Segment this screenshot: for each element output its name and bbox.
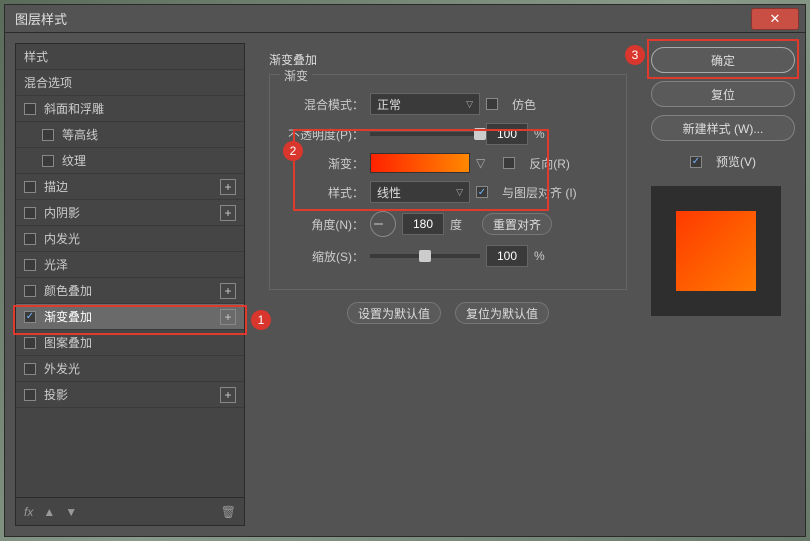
style-item-label: 图案叠加 [44, 334, 92, 351]
arrow-down-icon[interactable]: ▼ [65, 505, 77, 519]
blend-mode-label: 混合模式： [284, 96, 364, 113]
style-item-label: 等高线 [62, 126, 98, 143]
style-checkbox[interactable] [24, 389, 36, 401]
angle-dial[interactable] [370, 211, 396, 237]
scale-slider[interactable] [370, 254, 480, 258]
opacity-label: 不透明度(P)： [284, 126, 364, 143]
style-item-label: 光泽 [44, 256, 68, 273]
opacity-input[interactable] [486, 123, 528, 145]
opacity-slider[interactable] [370, 132, 480, 136]
list-footer: fx ▲ ▼ 🗑 [15, 498, 245, 526]
angle-input[interactable] [402, 213, 444, 235]
reset-align-button[interactable]: 重置对齐 [482, 213, 552, 235]
style-item-1[interactable]: 等高线 [16, 122, 244, 148]
trash-icon[interactable]: 🗑 [221, 505, 236, 519]
add-effect-icon[interactable]: + [220, 309, 236, 325]
scale-label: 缩放(S)： [284, 248, 364, 265]
style-item-label: 描边 [44, 178, 68, 195]
preview-box [651, 186, 781, 316]
align-label: 与图层对齐 (I) [502, 184, 577, 201]
style-checkbox[interactable] [24, 181, 36, 193]
style-item-5[interactable]: 内发光 [16, 226, 244, 252]
style-label: 样式： [284, 184, 364, 201]
dither-label: 仿色 [512, 96, 536, 113]
chevron-down-icon[interactable]: ▽ [476, 156, 485, 170]
reverse-checkbox[interactable] [503, 157, 515, 169]
section-title: 渐变叠加 [269, 51, 627, 68]
reverse-label: 反向(R) [529, 155, 570, 172]
add-effect-icon[interactable]: + [220, 283, 236, 299]
preview-checkbox[interactable] [690, 156, 702, 168]
styles-list: 样式 混合选项 斜面和浮雕等高线纹理描边 + 内阴影 + 内发光光泽颜色叠加 + 渐变叠加 +… [15, 43, 245, 498]
style-item-label: 斜面和浮雕 [44, 100, 104, 117]
reset-default-button[interactable]: 复位为默认值 [455, 302, 549, 324]
set-default-button[interactable]: 设置为默认值 [347, 302, 441, 324]
style-item-label: 渐变叠加 [44, 308, 92, 325]
ok-button[interactable]: 确定 [651, 47, 795, 73]
right-panel: 确定 复位 新建样式 (W)... 预览(V) [651, 43, 795, 526]
callout-3: 3 [625, 45, 645, 65]
window-title: 图层样式 [15, 9, 67, 28]
style-checkbox[interactable] [24, 259, 36, 271]
add-effect-icon[interactable]: + [220, 179, 236, 195]
style-item-label: 颜色叠加 [44, 282, 92, 299]
style-checkbox[interactable] [24, 337, 36, 349]
style-item-0[interactable]: 斜面和浮雕 [16, 96, 244, 122]
style-item-8[interactable]: 渐变叠加 + [16, 304, 244, 330]
style-item-4[interactable]: 内阴影 + [16, 200, 244, 226]
layer-style-dialog: 图层样式 ✕ 样式 混合选项 斜面和浮雕等高线纹理描边 + 内阴影 + 内发光光泽颜色叠… [4, 4, 806, 537]
style-item-6[interactable]: 光泽 [16, 252, 244, 278]
chevron-down-icon: ▽ [466, 99, 473, 110]
blend-mode-select[interactable]: 正常▽ [370, 93, 480, 115]
close-button[interactable]: ✕ [751, 8, 799, 30]
style-item-10[interactable]: 外发光 [16, 356, 244, 382]
style-checkbox[interactable] [24, 207, 36, 219]
scale-input[interactable] [486, 245, 528, 267]
angle-label: 角度(N)： [284, 216, 364, 233]
chevron-down-icon: ▽ [456, 187, 463, 198]
new-style-button[interactable]: 新建样式 (W)... [651, 115, 795, 141]
arrow-up-icon[interactable]: ▲ [43, 505, 55, 519]
style-item-label: 外发光 [44, 360, 80, 377]
style-checkbox[interactable] [42, 129, 54, 141]
align-checkbox[interactable] [476, 186, 488, 198]
settings-panel: 渐变叠加 渐变 混合模式： 正常▽ 仿色 不透明度(P)： % [255, 43, 641, 526]
style-item-9[interactable]: 图案叠加 [16, 330, 244, 356]
style-item-label: 内发光 [44, 230, 80, 247]
style-checkbox[interactable] [24, 311, 36, 323]
preview-swatch [676, 211, 756, 291]
styles-header[interactable]: 样式 [16, 44, 244, 70]
gradient-swatch[interactable] [370, 153, 470, 173]
preview-label: 预览(V) [716, 153, 756, 170]
style-checkbox[interactable] [24, 285, 36, 297]
style-select[interactable]: 线性▽ [370, 181, 470, 203]
style-checkbox[interactable] [24, 233, 36, 245]
style-checkbox[interactable] [42, 155, 54, 167]
style-item-label: 投影 [44, 386, 68, 403]
dither-checkbox[interactable] [486, 98, 498, 110]
style-item-label: 内阴影 [44, 204, 80, 221]
reset-button[interactable]: 复位 [651, 81, 795, 107]
fieldset-legend: 渐变 [280, 67, 312, 84]
callout-2: 2 [283, 141, 303, 161]
fx-icon[interactable]: fx [24, 505, 33, 519]
style-item-2[interactable]: 纹理 [16, 148, 244, 174]
blend-options-header[interactable]: 混合选项 [16, 70, 244, 96]
left-panel: 样式 混合选项 斜面和浮雕等高线纹理描边 + 内阴影 + 内发光光泽颜色叠加 + 渐变叠加 +… [15, 43, 245, 526]
gradient-fieldset: 渐变 混合模式： 正常▽ 仿色 不透明度(P)： % 渐变： [269, 74, 627, 290]
style-item-label: 纹理 [62, 152, 86, 169]
callout-1: 1 [251, 310, 271, 330]
add-effect-icon[interactable]: + [220, 205, 236, 221]
style-item-11[interactable]: 投影 + [16, 382, 244, 408]
style-item-3[interactable]: 描边 + [16, 174, 244, 200]
style-item-7[interactable]: 颜色叠加 + [16, 278, 244, 304]
style-checkbox[interactable] [24, 363, 36, 375]
titlebar: 图层样式 ✕ [5, 5, 805, 33]
add-effect-icon[interactable]: + [220, 387, 236, 403]
style-checkbox[interactable] [24, 103, 36, 115]
